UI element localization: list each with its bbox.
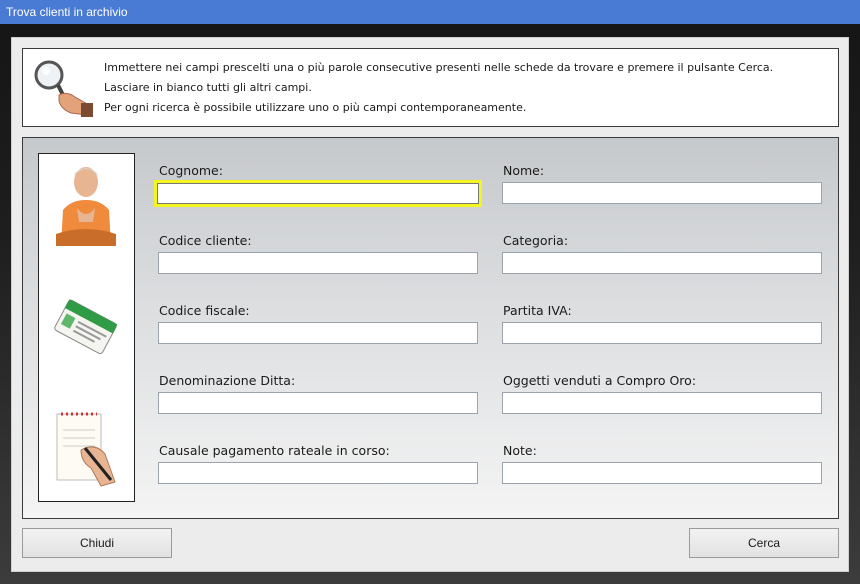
partita-iva-field[interactable] xyxy=(502,322,822,344)
categoria-field[interactable] xyxy=(502,252,822,274)
denominazione-ditta-field[interactable] xyxy=(158,392,478,414)
codice-fiscale-field[interactable] xyxy=(158,322,478,344)
partita-iva-label: Partita IVA: xyxy=(503,303,572,318)
window-title: Trova clienti in archivio xyxy=(0,0,860,24)
codice-fiscale-label: Codice fiscale: xyxy=(159,303,250,318)
person-portrait-icon xyxy=(56,167,116,246)
nome-label: Nome: xyxy=(503,163,545,178)
codice-cliente-field[interactable] xyxy=(158,252,478,274)
note-label: Note: xyxy=(503,443,537,458)
close-button[interactable]: Chiudi xyxy=(22,528,172,558)
categoria-label: Categoria: xyxy=(503,233,569,248)
cognome-field[interactable] xyxy=(154,180,482,207)
causale-pagamento-field[interactable] xyxy=(158,462,478,484)
oggetti-venduti-field[interactable] xyxy=(502,392,822,414)
id-card-icon xyxy=(54,299,118,355)
oggetti-venduti-label: Oggetti venduti a Compro Oro: xyxy=(503,373,697,388)
instruction-line: Per ogni ricerca è possibile utilizzare … xyxy=(104,101,527,114)
causale-pagamento-label: Causale pagamento rateale in corso: xyxy=(159,443,390,458)
nome-field[interactable] xyxy=(502,182,822,204)
instructions-text: Immettere nei campi prescelti una o più … xyxy=(104,60,773,120)
codice-cliente-label: Codice cliente: xyxy=(159,233,252,248)
instruction-line: Immettere nei campi prescelti una o più … xyxy=(104,61,774,74)
decorative-image-column xyxy=(38,153,135,502)
cognome-label: Cognome: xyxy=(159,163,223,178)
search-dialog: Immettere nei campi prescelti una o più … xyxy=(11,37,849,572)
instructions-box: Immettere nei campi prescelti una o più … xyxy=(22,48,839,127)
denominazione-ditta-label: Denominazione Ditta: xyxy=(159,373,296,388)
notepad-writing-icon xyxy=(56,412,116,487)
search-button[interactable]: Cerca xyxy=(689,528,839,558)
instruction-line: Lasciare in bianco tutti gli altri campi… xyxy=(104,81,312,94)
search-form-panel: Cognome: Nome: Codice cliente: Categoria… xyxy=(22,137,839,519)
magnifier-in-hand-icon xyxy=(34,60,93,117)
note-field[interactable] xyxy=(502,462,822,484)
